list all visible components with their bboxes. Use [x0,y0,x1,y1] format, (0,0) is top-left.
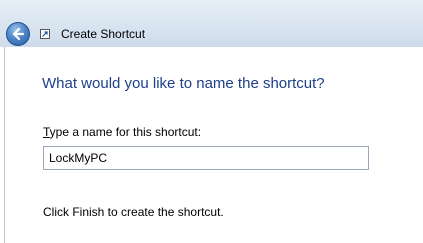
window-title: Create Shortcut [61,27,146,41]
shortcut-name-label-text: ype a name for this shortcut: [49,125,202,139]
shortcut-name-label: Type a name for this shortcut: [43,125,201,139]
wizard-content: What would you like to name the shortcut… [4,47,423,243]
page-heading: What would you like to name the shortcut… [42,75,325,92]
back-button[interactable] [6,22,30,46]
title-bar: Create Shortcut [0,0,423,47]
access-key-letter: T [43,125,50,139]
finish-instruction: Click Finish to create the shortcut. [43,205,224,219]
shortcut-icon [40,29,50,39]
shortcut-name-input[interactable] [43,146,369,170]
back-arrow-icon [12,27,25,41]
